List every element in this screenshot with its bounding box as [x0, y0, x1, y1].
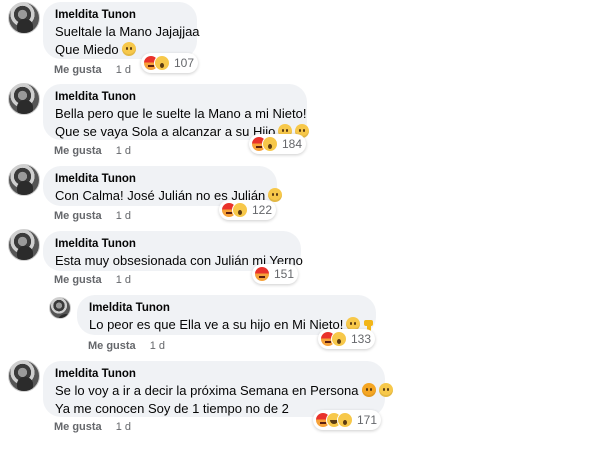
comment-actions: Me gusta 1 d	[54, 273, 131, 287]
grimacing-face-icon	[268, 188, 283, 202]
comment-bubble: Imeldita Tunon Se lo voy a ir a decir la…	[43, 361, 393, 417]
reaction-count: 171	[357, 413, 378, 427]
like-button[interactable]: Me gusta	[54, 64, 102, 76]
comment-text: Bella pero que le suelte la Mano a mi Ni…	[55, 106, 307, 121]
comment-text: Sueltale la Mano Jajajjaa	[55, 24, 200, 39]
like-button[interactable]: Me gusta	[54, 145, 102, 157]
like-button[interactable]: Me gusta	[88, 340, 136, 352]
reaction-summary[interactable]: 122	[219, 200, 277, 220]
reaction-summary[interactable]: 151	[252, 264, 299, 284]
reaction-count: 184	[282, 137, 303, 151]
comment-actions: Me gusta 1 d	[54, 209, 131, 223]
wow-reaction-icon	[232, 202, 248, 218]
reaction-summary[interactable]: 107	[141, 53, 199, 73]
wow-reaction-icon	[331, 331, 347, 347]
reaction-count: 107	[174, 56, 195, 70]
like-button[interactable]: Me gusta	[54, 210, 102, 222]
worried-face-icon	[121, 42, 136, 56]
comment-time[interactable]: 1 d	[116, 145, 131, 157]
reaction-count: 151	[274, 267, 295, 281]
comment-author[interactable]: Imeldita Tunon	[55, 90, 295, 105]
comment-time[interactable]: 1 d	[150, 340, 165, 352]
smiling-face-with-hearts-icon	[361, 383, 376, 397]
comment-actions: Me gusta 1 d	[88, 339, 165, 353]
avatar[interactable]	[8, 360, 40, 392]
wow-reaction-icon	[337, 412, 353, 428]
comment-actions: Me gusta 1 d	[54, 420, 131, 434]
comment-author[interactable]: Imeldita Tunon	[55, 8, 185, 23]
grinning-face-icon	[378, 383, 393, 397]
wow-reaction-icon	[154, 55, 170, 71]
avatar[interactable]	[49, 297, 71, 319]
comment-author[interactable]: Imeldita Tunon	[55, 237, 289, 252]
avatar[interactable]	[8, 229, 40, 261]
comment-text: Se lo voy a ir a decir la próxima Semana…	[55, 382, 393, 400]
comment-bubble: Imeldita Tunon Bella pero que le suelte …	[43, 84, 310, 140]
reaction-count: 122	[252, 203, 273, 217]
comment-author[interactable]: Imeldita Tunon	[89, 301, 364, 316]
comment-actions: Me gusta 1 d	[54, 63, 131, 77]
wow-reaction-icon	[262, 136, 278, 152]
reaction-count: 133	[351, 332, 372, 346]
comment-author[interactable]: Imeldita Tunon	[55, 367, 373, 382]
comment-bubble: Imeldita Tunon Sueltale la Mano Jajajjaa…	[43, 2, 200, 59]
comment-time[interactable]: 1 d	[116, 274, 131, 286]
avatar[interactable]	[8, 2, 40, 34]
comment-actions: Me gusta 1 d	[54, 144, 131, 158]
comment-time[interactable]: 1 d	[116, 421, 131, 433]
angry-reaction-icon	[254, 266, 270, 282]
reaction-summary[interactable]: 171	[313, 410, 382, 430]
comment-time[interactable]: 1 d	[116, 64, 131, 76]
reaction-summary[interactable]: 184	[249, 134, 307, 154]
avatar[interactable]	[8, 164, 40, 196]
like-button[interactable]: Me gusta	[54, 421, 102, 433]
like-button[interactable]: Me gusta	[54, 274, 102, 286]
comment-time[interactable]: 1 d	[116, 210, 131, 222]
avatar[interactable]	[8, 83, 40, 115]
comment-author[interactable]: Imeldita Tunon	[55, 172, 265, 187]
reaction-summary[interactable]: 133	[318, 329, 376, 349]
